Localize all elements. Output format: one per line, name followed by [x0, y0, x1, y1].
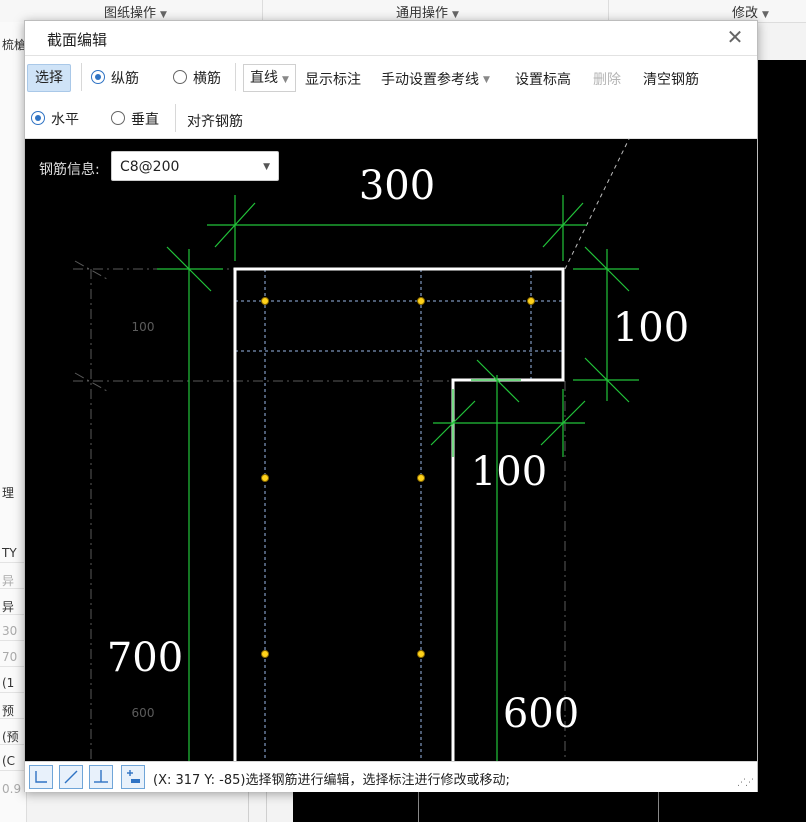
corner-icon	[35, 771, 47, 783]
line-type-dropdown[interactable]: 直线 ▼	[243, 64, 296, 92]
perpendicular-icon	[94, 770, 108, 783]
rebar-info-label: 钢筋信息:	[39, 162, 100, 178]
chevron-down-icon: ▼	[452, 10, 459, 20]
rebar-point[interactable]	[261, 650, 269, 658]
dialog-title-bar[interactable]: 截面编辑 ✕	[25, 21, 757, 55]
clear-rebar-button[interactable]: 清空钢筋	[643, 69, 699, 89]
radio-unchecked-icon	[173, 70, 187, 84]
row-divider	[0, 692, 26, 693]
menu-drawing-ops[interactable]: 图纸操作 ▼	[104, 2, 167, 21]
left-cell: TY	[2, 546, 17, 560]
delete-button[interactable]: 删除	[593, 69, 621, 89]
dim-text-top-width[interactable]: 300	[359, 163, 435, 209]
dim-text-stem-height[interactable]: 600	[503, 691, 579, 737]
rebar-point[interactable]	[261, 297, 269, 305]
background-line	[418, 790, 419, 822]
align-rebar-button[interactable]: 对齐钢筋	[187, 111, 243, 131]
toolbar-divider	[235, 63, 236, 91]
rebar-point[interactable]	[417, 650, 425, 658]
row-divider	[0, 562, 26, 563]
add-point-snap-button[interactable]	[121, 765, 145, 789]
dim-text-stem-width[interactable]: 100	[471, 449, 547, 495]
menu-general-ops[interactable]: 通用操作 ▼	[396, 2, 459, 21]
rebar-point[interactable]	[527, 297, 535, 305]
toolbar-divider	[81, 63, 82, 91]
reference-diagonal	[564, 139, 630, 270]
ref-dim-text: 600	[132, 706, 155, 720]
radio-vertical[interactable]: 垂直	[111, 109, 159, 129]
toolbar-divider	[175, 104, 176, 132]
left-cell: 预	[2, 704, 15, 718]
radio-longitudinal[interactable]: 纵筋	[91, 68, 139, 88]
manual-reference-line-button[interactable]: 手动设置参考线 ▼	[381, 69, 490, 89]
toolbar-secondary: 水平 垂直 对齐钢筋	[25, 98, 757, 139]
diagonal-icon	[64, 770, 78, 784]
dim-text-total-height[interactable]: 700	[107, 635, 183, 681]
rebar-point[interactable]	[417, 297, 425, 305]
row-divider	[0, 640, 26, 641]
section-outline[interactable]	[233, 267, 565, 761]
background-line	[266, 790, 267, 822]
dialog-title: 截面编辑	[47, 31, 108, 49]
chevron-down-icon: ▼	[263, 162, 270, 172]
ref-dim-text: 100	[132, 320, 155, 334]
left-cell: 0.9	[2, 782, 22, 796]
background-line	[658, 790, 659, 822]
select-button[interactable]: 选择	[27, 64, 71, 92]
dimension-lines	[157, 195, 639, 761]
rebar-point[interactable]	[261, 474, 269, 482]
perpendicular-snap-button[interactable]	[89, 765, 113, 789]
chevron-down-icon: ▼	[483, 75, 490, 85]
left-cell: 异	[2, 600, 15, 614]
add-point-icon	[127, 770, 140, 783]
left-cell: 理	[2, 486, 15, 500]
background-line	[248, 790, 249, 822]
status-text: (X: 317 Y: -85)选择钢筋进行编辑，选择标注进行修改或移动;	[153, 773, 510, 788]
set-elevation-button[interactable]: 设置标高	[515, 69, 571, 89]
background-canvas	[293, 790, 806, 822]
rebar-reference-lines	[235, 269, 565, 761]
left-cell: 30	[2, 624, 18, 638]
close-icon[interactable]: ✕	[723, 25, 747, 49]
radio-horizontal[interactable]: 水平	[31, 109, 79, 129]
corner-snap-button[interactable]	[29, 765, 53, 789]
chevron-down-icon: ▼	[160, 10, 167, 20]
radio-transverse[interactable]: 横筋	[173, 68, 221, 88]
rebar-info-select[interactable]: C8@200 ▼	[111, 151, 279, 181]
left-cell: 异	[2, 574, 15, 588]
radio-unchecked-icon	[111, 111, 125, 125]
diagonal-snap-button[interactable]	[59, 765, 83, 789]
reference-lines-gray	[73, 260, 566, 761]
menu-separator	[262, 0, 263, 22]
left-cell: (1	[2, 676, 15, 690]
resize-grip-icon[interactable]: ⋰⋰	[737, 778, 754, 788]
rebar-point[interactable]	[417, 474, 425, 482]
menu-modify[interactable]: 修改 ▼	[732, 2, 769, 21]
chevron-down-icon: ▼	[282, 75, 289, 85]
section-drawing[interactable]: 300 100 100 700 600 100 600	[25, 139, 757, 761]
left-cell: 梳槍	[2, 38, 27, 52]
section-edit-dialog: 截面编辑 ✕ 选择 纵筋 横筋 直线 ▼ 显示标注 手动设置参考线 ▼ 设置标高 删…	[24, 20, 758, 792]
section-canvas[interactable]: 300 100 100 700 600 100 600 钢筋信息: C8@200…	[25, 139, 757, 761]
left-cell: (预	[2, 730, 19, 744]
left-cell: (C	[2, 754, 16, 768]
radio-checked-icon	[91, 70, 105, 84]
menu-separator	[608, 0, 609, 22]
row-divider	[0, 770, 26, 771]
background-canvas	[757, 60, 806, 822]
radio-checked-icon	[31, 111, 45, 125]
show-dimension-button[interactable]: 显示标注	[305, 69, 361, 89]
left-cell: 70	[2, 650, 18, 664]
status-bar: (X: 317 Y: -85)选择钢筋进行编辑，选择标注进行修改或移动; ⋰⋰	[25, 761, 757, 792]
toolbar-primary: 选择 纵筋 横筋 直线 ▼ 显示标注 手动设置参考线 ▼ 设置标高 删除 清空钢筋	[25, 55, 757, 99]
row-divider	[0, 666, 26, 667]
chevron-down-icon: ▼	[762, 10, 769, 20]
dim-text-right-flange[interactable]: 100	[613, 305, 689, 351]
